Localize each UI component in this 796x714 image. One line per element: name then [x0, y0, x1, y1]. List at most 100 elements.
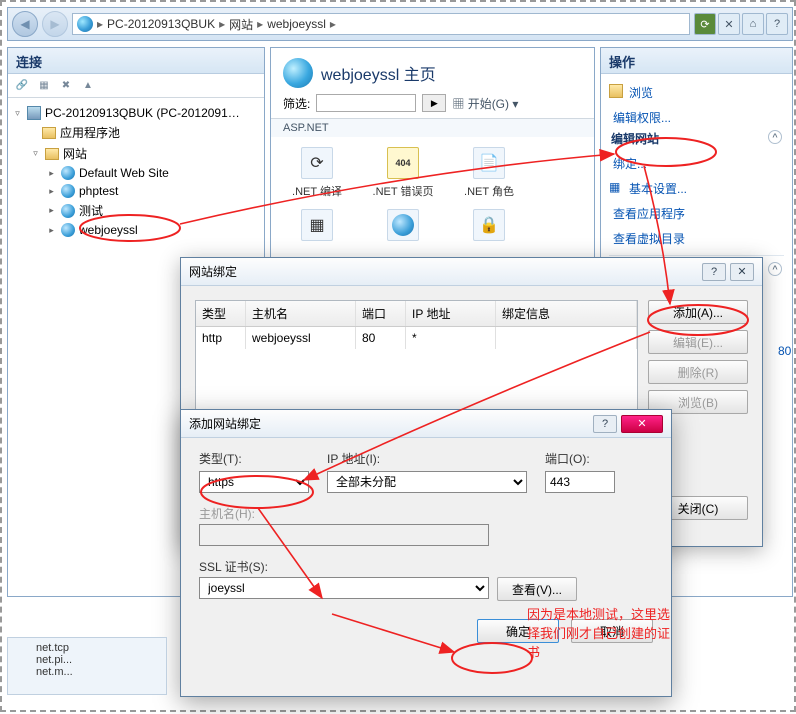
tree-site-default[interactable]: ▸Default Web Site: [8, 164, 264, 182]
port-label: 端口(O):: [545, 450, 615, 467]
nav-forward-button: ▶: [42, 11, 68, 37]
delete-icon[interactable]: ✖: [58, 79, 74, 93]
settings-icon: ▦: [609, 180, 623, 194]
connect-icon[interactable]: 🔗: [14, 79, 30, 93]
icon-placeholder[interactable]: ▦: [285, 209, 349, 245]
delete-binding-button: 删除(R): [648, 360, 748, 384]
globe-icon: [77, 16, 93, 32]
type-label: 类型(T):: [199, 450, 309, 467]
server-icon: [27, 106, 41, 120]
site-icon: [61, 204, 75, 218]
crumb-site[interactable]: webjoeyssl: [267, 17, 326, 31]
ssl-cert-select[interactable]: joeyssl: [199, 577, 489, 599]
page-icon: ▦: [301, 209, 333, 241]
text-80: 80: [778, 344, 791, 358]
filter-input[interactable]: [316, 94, 416, 112]
tree-site-test[interactable]: ▸测试: [8, 200, 264, 221]
filter-go-button[interactable]: ▶: [422, 94, 446, 112]
dialog-close-button[interactable]: ✕: [730, 263, 754, 281]
dialog-help-button[interactable]: ?: [702, 263, 726, 281]
icon-net-errors[interactable]: 404.NET 错误页: [371, 147, 435, 199]
action-explore[interactable]: 浏览: [609, 80, 784, 105]
col-host[interactable]: 主机名: [246, 301, 356, 326]
ip-select[interactable]: 全部未分配: [327, 471, 527, 493]
crumb-server[interactable]: PC-20120913QBUK: [107, 17, 215, 31]
dialog-title: 网站绑定: [189, 263, 237, 280]
view-cert-button[interactable]: 查看(V)...: [497, 577, 577, 601]
list-item[interactable]: net.tcp: [36, 642, 138, 654]
dialog-close-button[interactable]: ✕: [621, 415, 663, 433]
action-view-dirs[interactable]: 查看虚拟目录: [609, 226, 784, 251]
action-view-apps[interactable]: 查看应用程序: [609, 201, 784, 226]
refresh-icon[interactable]: ⟳: [694, 13, 716, 35]
site-icon: [61, 184, 75, 198]
crumb-sites[interactable]: 网站: [229, 16, 253, 33]
ip-label: IP 地址(I):: [327, 450, 527, 467]
dialog-title: 添加网站绑定: [189, 415, 261, 432]
edit-binding-button: 编辑(E)...: [648, 330, 748, 354]
actions-title: 操作: [601, 48, 792, 74]
action-bindings[interactable]: 绑定...: [609, 151, 784, 176]
tree-site-webjoeyssl[interactable]: ▸webjoeyssl: [8, 221, 264, 239]
tree-toolbar: 🔗 ▦ ✖ ▲: [8, 74, 264, 98]
up-icon[interactable]: ▲: [80, 79, 96, 93]
dialog-help-button[interactable]: ?: [593, 415, 617, 433]
tree-server[interactable]: ▿PC-20120913QBUK (PC-2012091…: [8, 104, 264, 122]
table-row[interactable]: http webjoeyssl 80 *: [196, 327, 637, 349]
col-info[interactable]: 绑定信息: [496, 301, 637, 326]
globe-icon: [387, 209, 419, 241]
add-binding-dialog: 添加网站绑定 ?✕ 类型(T): IP 地址(I): 端口(O): https …: [180, 409, 672, 697]
error-icon: 404: [387, 147, 419, 179]
icon-placeholder[interactable]: [371, 209, 435, 245]
dialog-titlebar: 添加网站绑定 ?✕: [181, 410, 671, 438]
site-icon: [61, 223, 75, 237]
filter-label: 筛选:: [283, 95, 310, 112]
connections-tree: ▿PC-20120913QBUK (PC-2012091… 应用程序池 ▿网站 …: [8, 98, 264, 245]
bottom-list: net.tcp net.pi... net.m...: [7, 637, 167, 695]
tree-app-pools[interactable]: 应用程序池: [8, 122, 264, 143]
help-icon[interactable]: ?: [766, 13, 788, 35]
breadcrumb[interactable]: ▸ PC-20120913QBUK ▸ 网站 ▸ webjoeyssl ▸: [72, 13, 690, 35]
section-aspnet: ASP.NET: [271, 118, 594, 137]
folder-icon: [42, 127, 56, 139]
icon-placeholder[interactable]: 🔒: [457, 209, 521, 245]
page-title: webjoeyssl 主页: [321, 61, 436, 85]
lock-icon: 🔒: [473, 209, 505, 241]
feature-icons: ⟳.NET 编译 404.NET 错误页 📄.NET 角色: [271, 137, 594, 209]
host-input: [199, 524, 489, 546]
stop-icon[interactable]: ✕: [718, 13, 740, 35]
ssl-label: SSL 证书(S):: [199, 558, 653, 575]
site-globe-icon: [283, 58, 313, 88]
action-edit-permissions[interactable]: 编辑权限...: [609, 105, 784, 130]
col-type[interactable]: 类型: [196, 301, 246, 326]
folder-icon: [609, 84, 623, 98]
nav-back-button[interactable]: ◀: [12, 11, 38, 37]
action-basic-settings[interactable]: ▦基本设置...: [609, 176, 784, 201]
compile-icon: ⟳: [301, 147, 333, 179]
home-icon[interactable]: ⌂: [742, 13, 764, 35]
list-item[interactable]: net.m...: [36, 666, 138, 678]
tree-site-phptest[interactable]: ▸phptest: [8, 182, 264, 200]
icon-net-compile[interactable]: ⟳.NET 编译: [285, 147, 349, 199]
col-ip[interactable]: IP 地址: [406, 301, 496, 326]
type-select[interactable]: https: [199, 471, 309, 493]
section-edit-site: 编辑网站^: [609, 130, 784, 151]
address-toolbar: ◀ ▶ ▸ PC-20120913QBUK ▸ 网站 ▸ webjoeyssl …: [7, 7, 793, 41]
connections-title: 连接: [8, 48, 264, 74]
port-input[interactable]: [545, 471, 615, 493]
add-binding-button[interactable]: 添加(A)...: [648, 300, 748, 324]
start-label[interactable]: ▦ 开始(G) ▾: [452, 95, 518, 112]
dialog-titlebar: 网站绑定 ?✕: [181, 258, 762, 286]
save-icon[interactable]: ▦: [36, 79, 52, 93]
annotation-note: 因为是本地测试，这里选择我们刚才自己创建的证书: [527, 604, 671, 661]
site-icon: [61, 166, 75, 180]
icon-net-roles[interactable]: 📄.NET 角色: [457, 147, 521, 199]
folder-icon: [45, 148, 59, 160]
collapse-icon[interactable]: ^: [768, 262, 782, 276]
collapse-icon[interactable]: ^: [768, 130, 782, 144]
list-item[interactable]: net.pi...: [36, 654, 138, 666]
host-label: 主机名(H):: [199, 505, 653, 522]
tree-sites[interactable]: ▿网站: [8, 143, 264, 164]
roles-icon: 📄: [473, 147, 505, 179]
col-port[interactable]: 端口: [356, 301, 406, 326]
